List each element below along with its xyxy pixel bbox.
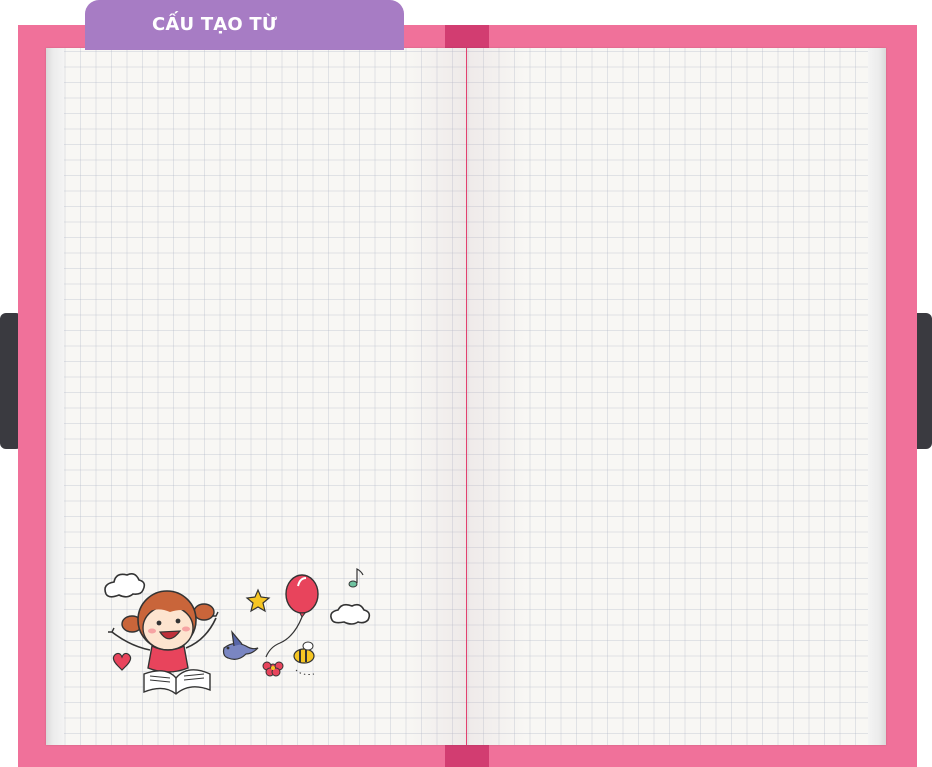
spine-band-bottom xyxy=(445,745,489,767)
music-note-icon xyxy=(348,568,364,588)
left-page-edge xyxy=(46,48,64,745)
page-title: CẤU TẠO TỪ xyxy=(152,14,278,35)
right-page-edge xyxy=(868,48,886,745)
spine-band-top xyxy=(445,25,489,49)
star-icon xyxy=(245,588,271,613)
book-icon xyxy=(143,669,211,695)
bird-icon xyxy=(222,629,259,660)
spine-line xyxy=(466,48,467,745)
flower-icon xyxy=(262,661,284,677)
bee-icon xyxy=(293,641,315,675)
girl-reading-illustration xyxy=(104,568,371,695)
cloud-icon xyxy=(330,603,371,625)
heart-icon xyxy=(112,652,132,671)
title-tab: CẤU TẠO TỪ xyxy=(85,0,404,50)
notebook: CẤU TẠO TỪ xyxy=(0,0,932,767)
cloud-icon xyxy=(104,573,146,598)
